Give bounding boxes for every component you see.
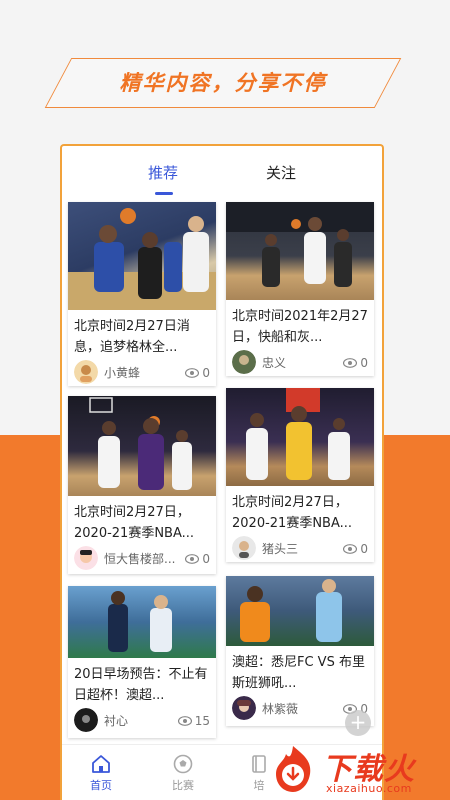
eye-icon — [185, 368, 200, 378]
card-image — [226, 388, 374, 486]
avatar — [232, 350, 256, 374]
nav-home[interactable]: 首页 — [76, 753, 126, 793]
card-author[interactable]: 恒大售楼部... — [74, 546, 175, 570]
feed-card[interactable]: 北京时间2月27日，2020-21赛季NBA... 恒大售楼部... 0 — [68, 396, 216, 574]
view-count: 0 — [185, 366, 210, 380]
eye-icon — [185, 554, 200, 564]
card-title: 北京时间2月27日，2020-21赛季NBA... — [74, 505, 195, 541]
avatar — [232, 696, 256, 720]
home-icon — [92, 755, 110, 773]
promo-banner: 精华内容，分享不停 — [44, 58, 402, 108]
card-image — [68, 586, 216, 658]
card-image — [68, 396, 216, 496]
view-count: 0 — [343, 356, 368, 370]
banner-text: 精华内容，分享不停 — [119, 71, 327, 95]
view-count-value: 0 — [202, 366, 210, 380]
view-count: 0 — [185, 552, 210, 566]
card-title: 北京时间2月27日，2020-21赛季NBA... — [232, 495, 353, 531]
view-count-value: 0 — [360, 542, 368, 556]
view-count: 15 — [177, 714, 210, 728]
author-name: 小黄蜂 — [104, 365, 141, 380]
avatar — [232, 536, 256, 560]
flame-logo-icon — [276, 746, 311, 792]
card-author[interactable]: 忠义 — [232, 350, 286, 374]
author-name: 恒大售楼部... — [104, 551, 176, 566]
card-image — [226, 576, 374, 646]
site-watermark: 下载火 xiazaihuo.com — [266, 742, 450, 800]
watermark-url: xiazaihuo.com — [326, 782, 412, 795]
soccer-ball-icon — [173, 754, 193, 774]
feed-card[interactable]: 北京时间2021年2月27日，快船和灰... 忠义 0 — [226, 202, 374, 376]
tab-follow[interactable]: 关注 — [266, 162, 296, 183]
nav-home-label: 首页 — [90, 779, 112, 792]
author-name: 衬心 — [104, 713, 129, 728]
eye-icon — [343, 544, 358, 554]
view-count-value: 15 — [194, 714, 210, 728]
feed-card[interactable]: 澳超：悉尼FC VS 布里斯班狮吼... 林紫薇 0 — [226, 576, 374, 726]
avatar — [74, 708, 98, 732]
eye-icon — [177, 716, 192, 726]
card-author[interactable]: 猪头三 — [232, 536, 298, 560]
avatar — [74, 546, 98, 570]
feed-card[interactable]: 20日早场预告：不止有日超杯！澳超... 衬心 15 — [68, 586, 216, 738]
card-title: 北京时间2月27日消息，追梦格林全... — [74, 319, 190, 355]
card-author[interactable]: 林紫薇 — [232, 696, 298, 720]
card-image — [226, 202, 374, 300]
author-name: 忠义 — [262, 355, 287, 370]
card-title: 20日早场预告：不止有日超杯！澳超... — [74, 667, 208, 703]
eye-icon — [343, 358, 358, 368]
view-count: 0 — [343, 542, 368, 556]
tab-indicator — [155, 192, 173, 195]
card-title: 北京时间2021年2月27日，快船和灰... — [232, 309, 368, 345]
tab-bar: 推荐 关注 — [62, 146, 382, 198]
view-count-value: 0 — [360, 356, 368, 370]
author-name: 猪头三 — [262, 541, 299, 556]
card-author[interactable]: 衬心 — [74, 708, 128, 732]
author-name: 林紫薇 — [262, 701, 299, 716]
card-title: 澳超：悉尼FC VS 布里斯班狮吼... — [232, 655, 365, 691]
nav-match-label: 比赛 — [172, 779, 194, 792]
feed-card[interactable]: 北京时间2月27日消息，追梦格林全... 小黄蜂 0 — [68, 202, 216, 386]
phone-screen: 推荐 关注 北京时间2月27日消息，追梦格林全... 小黄蜂 0 北京时间202… — [60, 144, 384, 800]
add-post-button[interactable]: + — [345, 710, 371, 736]
tab-recommend[interactable]: 推荐 — [148, 162, 178, 183]
card-author[interactable]: 小黄蜂 — [74, 360, 140, 384]
view-count-value: 0 — [202, 552, 210, 566]
card-image — [68, 202, 216, 310]
feed-card[interactable]: 北京时间2月27日，2020-21赛季NBA... 猪头三 0 — [226, 388, 374, 562]
nav-match[interactable]: 比赛 — [158, 753, 208, 793]
avatar — [74, 360, 98, 384]
